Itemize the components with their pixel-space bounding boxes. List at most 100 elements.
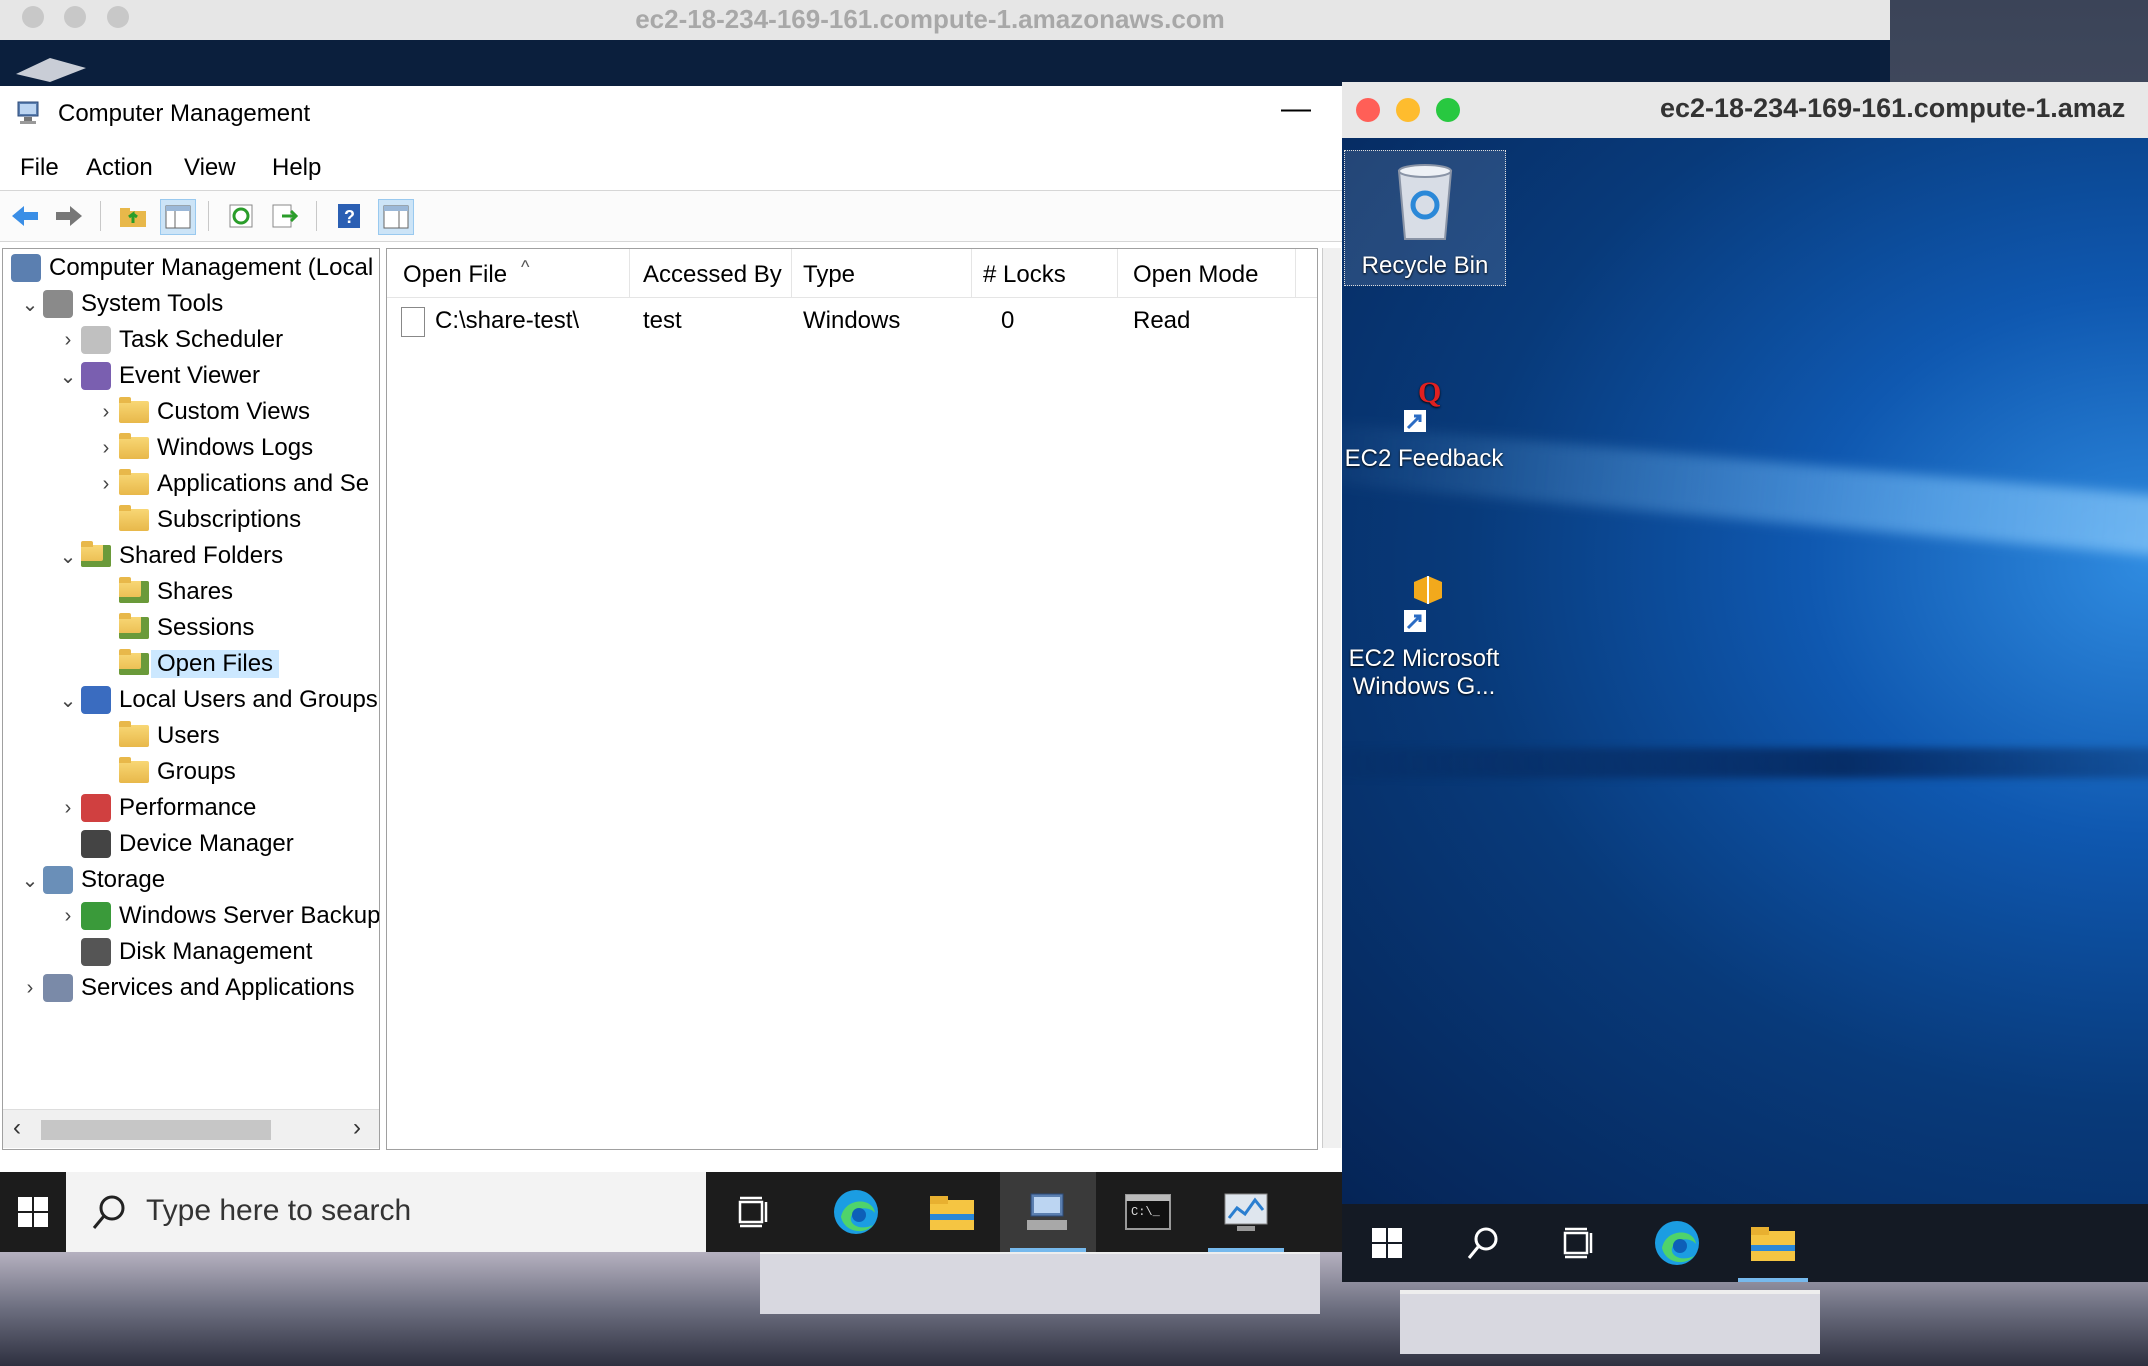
tree-item[interactable]: Shares — [93, 575, 233, 609]
tree-item-label: Users — [157, 722, 220, 749]
column-type[interactable]: Type — [803, 261, 855, 297]
tree-item[interactable]: ⌄ Storage — [17, 863, 165, 897]
chevron-down-icon[interactable]: ⌄ — [17, 868, 43, 893]
menu-help[interactable]: Help — [272, 154, 321, 182]
chevron-right-icon[interactable]: › — [93, 437, 119, 460]
window-titlebar[interactable]: ec2-18-234-169-161.compute-1.amaz — [1342, 82, 2148, 139]
desktop-icon-ec2-feedback[interactable]: Q EC2 Feedback — [1344, 370, 1504, 473]
chevron-right-icon[interactable]: › — [17, 977, 43, 1000]
cell-open-mode: Read — [1133, 307, 1191, 334]
show-hide-tree-icon[interactable] — [160, 199, 196, 235]
column-divider[interactable] — [971, 249, 972, 297]
desktop-icon-label: EC2 Feedback — [1344, 445, 1504, 472]
chevron-right-icon[interactable]: › — [55, 797, 81, 820]
chevron-right-icon[interactable]: › — [93, 473, 119, 496]
tree-item[interactable]: › Windows Logs — [93, 431, 313, 465]
scroll-right-icon[interactable]: › — [353, 1114, 361, 1142]
server-manager-icon[interactable] — [1198, 1172, 1294, 1252]
open-files-list[interactable]: Open File ^ Accessed By Type # Locks Open… — [386, 248, 1318, 1150]
computer-management-taskbar-icon[interactable] — [1000, 1172, 1096, 1252]
chevron-down-icon[interactable]: ⌄ — [55, 688, 81, 713]
users-icon — [81, 686, 111, 714]
tree-item[interactable]: › Performance — [55, 791, 256, 825]
forward-arrow-icon[interactable] — [52, 199, 86, 233]
taskbar-search[interactable]: Type here to search — [66, 1172, 706, 1252]
tree-item[interactable]: › Services and Applications — [17, 971, 355, 1005]
tools-icon — [43, 290, 73, 318]
folder-icon — [119, 757, 149, 783]
refresh-icon[interactable] — [224, 199, 258, 233]
table-row[interactable]: C:\share-test\ test Windows 0 Read — [387, 305, 1317, 339]
tree-item[interactable]: › Task Scheduler — [55, 323, 283, 357]
start-button[interactable] — [0, 1172, 66, 1252]
column-divider[interactable] — [629, 249, 630, 297]
close-button[interactable] — [1356, 98, 1380, 122]
cell-type: Windows — [803, 307, 901, 334]
edge-icon[interactable] — [808, 1172, 904, 1252]
tree-item[interactable]: Device Manager — [55, 827, 294, 861]
search-placeholder: Type here to search — [146, 1194, 412, 1227]
chevron-right-icon[interactable]: › — [55, 905, 81, 928]
properties-pane-icon[interactable] — [378, 199, 414, 235]
task-view-icon[interactable] — [706, 1172, 802, 1252]
tree-item[interactable]: Disk Management — [55, 935, 312, 969]
tree-item[interactable]: ⌄ Event Viewer — [55, 359, 260, 393]
performance-icon — [81, 794, 111, 822]
tree-item[interactable]: Subscriptions — [93, 503, 301, 537]
chevron-down-icon[interactable]: ⌄ — [17, 292, 43, 317]
zoom-button[interactable] — [1436, 98, 1460, 122]
tree-item[interactable]: Groups — [93, 755, 236, 789]
folder-sub-icon — [119, 505, 149, 531]
minimize-button[interactable] — [1396, 98, 1420, 122]
back-arrow-icon[interactable] — [8, 199, 42, 233]
tree-item[interactable]: › Applications and Se — [93, 467, 369, 501]
file-explorer-icon[interactable] — [904, 1172, 1000, 1252]
command-prompt-icon[interactable]: C:\_ — [1100, 1172, 1196, 1252]
column-divider[interactable] — [1117, 249, 1118, 297]
help-icon[interactable]: ? — [332, 199, 366, 233]
column-locks[interactable]: # Locks — [983, 261, 1066, 297]
window-titlebar[interactable]: Computer Management — — [0, 86, 1345, 142]
column-open-file[interactable]: Open File ^ — [403, 257, 529, 297]
tree-item[interactable]: › Windows Server Backup — [55, 899, 379, 933]
minimize-button[interactable]: — — [1278, 92, 1314, 126]
scrollbar-thumb[interactable] — [41, 1120, 271, 1140]
tree-item[interactable]: ⌄ Local Users and Groups — [55, 683, 378, 717]
window-title: ec2-18-234-169-161.compute-1.amaz — [1660, 93, 2126, 123]
shared-folder-icon — [119, 577, 149, 603]
edge-icon[interactable] — [1632, 1204, 1722, 1282]
tree-item[interactable]: ⌄ System Tools — [17, 287, 223, 321]
tree-item[interactable]: › Custom Views — [93, 395, 310, 429]
tree-horizontal-scrollbar[interactable]: ‹ › — [3, 1109, 379, 1148]
desktop-icon-recycle-bin[interactable]: Recycle Bin — [1344, 150, 1506, 286]
start-icon[interactable] — [1342, 1204, 1432, 1282]
column-accessed-by[interactable]: Accessed By — [643, 261, 782, 297]
file-explorer-icon[interactable] — [1728, 1204, 1818, 1282]
desktop-icon-ec2-windows-guide[interactable]: EC2 Microsoft Windows G... — [1344, 570, 1504, 701]
actions-pane-edge[interactable] — [1322, 248, 1341, 1148]
toolbar-separator — [208, 201, 209, 231]
tree-item[interactable]: Users — [93, 719, 220, 753]
menu-view[interactable]: View — [184, 154, 236, 182]
chevron-down-icon[interactable]: ⌄ — [55, 544, 81, 569]
export-list-icon[interactable] — [268, 199, 302, 233]
tree-item[interactable]: Sessions — [93, 611, 254, 645]
menu-file[interactable]: File — [20, 154, 59, 182]
chevron-right-icon[interactable]: › — [55, 329, 81, 352]
tree-item[interactable]: ⌄ Shared Folders — [55, 539, 283, 573]
back-window-titlebar[interactable]: ec2-18-234-169-161.compute-1.amazonaws.c… — [0, 0, 1890, 41]
search-icon[interactable] — [1438, 1204, 1528, 1282]
up-folder-icon[interactable] — [116, 199, 150, 233]
tree-item[interactable]: Computer Management (Local — [11, 251, 373, 285]
column-open-mode[interactable]: Open Mode — [1133, 261, 1258, 297]
wallpaper-shadow — [1342, 748, 2148, 778]
chevron-down-icon[interactable]: ⌄ — [55, 364, 81, 389]
task-view-icon[interactable] — [1534, 1204, 1624, 1282]
chevron-right-icon[interactable]: › — [93, 401, 119, 424]
column-divider[interactable] — [791, 249, 792, 297]
navigation-tree[interactable]: › Services and Applications Disk Managemen… — [2, 248, 380, 1150]
menu-action[interactable]: Action — [86, 154, 153, 182]
column-divider[interactable] — [1295, 249, 1296, 297]
scroll-left-icon[interactable]: ‹ — [13, 1114, 21, 1142]
tree-item[interactable]: Open Files — [93, 647, 280, 681]
